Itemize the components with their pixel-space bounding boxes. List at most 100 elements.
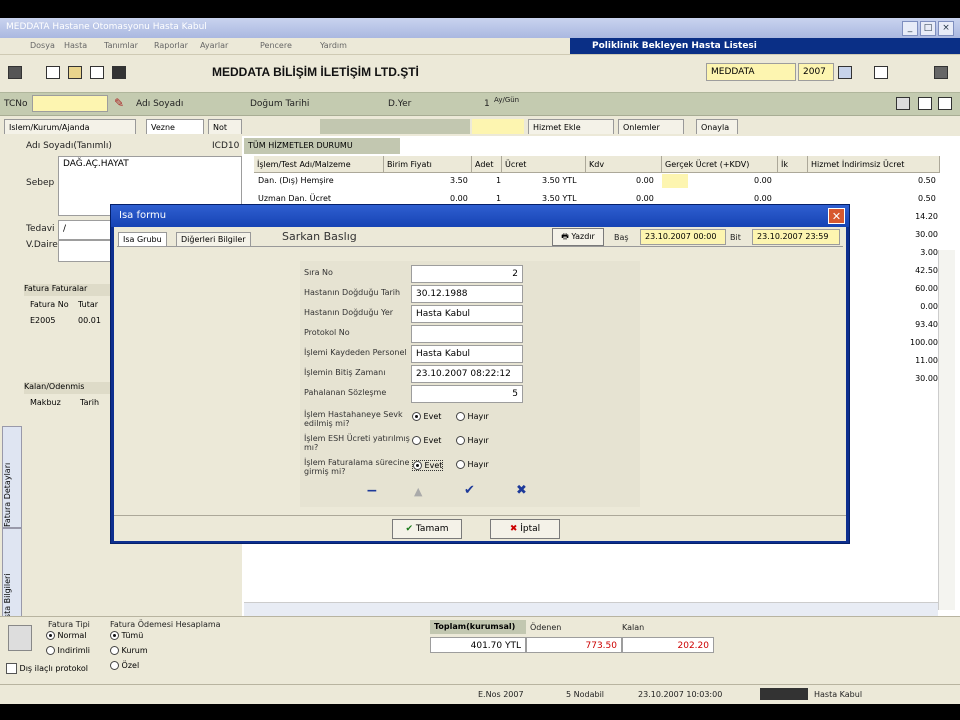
dis-ilacli-checkbox[interactable]: Dış ilaçlı protokol <box>6 663 88 674</box>
tab-onayla[interactable]: Onayla <box>696 119 738 134</box>
row2-name[interactable]: Uzman Dan. Ücret <box>258 194 331 203</box>
left-name-label: Adı Soyadı(Tanımlı) <box>26 141 112 151</box>
sevk-yes-radio[interactable]: Evet <box>412 412 441 421</box>
menu-item-raporlar[interactable]: Raporlar <box>154 41 188 50</box>
personel-input[interactable]: Hasta Kabul <box>411 345 523 363</box>
dialog-tab-isa-grubu[interactable]: Isa Grubu <box>118 232 167 246</box>
tc-input[interactable] <box>32 95 108 112</box>
dialog-titlebar: Isa formu ✕ <box>111 205 849 227</box>
fatura-row-no[interactable]: E2005 <box>30 316 55 325</box>
fatura-tipi-normal[interactable]: Normal <box>46 631 87 640</box>
nav-up-icon[interactable]: ▲ <box>414 485 422 498</box>
status-user: Hasta Kabul <box>814 690 863 699</box>
grid-header-ik[interactable]: İk <box>778 156 808 173</box>
odeme-kurum[interactable]: Kurum <box>110 646 148 655</box>
field-sira-no: Sıra No 2 <box>304 265 524 283</box>
minimize-icon[interactable]: _ <box>902 21 918 36</box>
maximize-icon[interactable]: □ <box>920 21 936 36</box>
open-folder-icon[interactable] <box>68 66 82 79</box>
dialog-tab-line <box>117 246 843 247</box>
nav-minus-icon[interactable]: − <box>366 483 378 499</box>
totals-header: Toplam(kurumsal) <box>430 620 526 634</box>
copy-icon[interactable] <box>90 66 104 79</box>
indirimsiz-value: 14.20 <box>915 212 938 221</box>
grid-header-name[interactable]: İşlem/Test Adı/Malzeme <box>254 156 384 173</box>
menu-item-hasta[interactable]: Hasta <box>64 41 87 50</box>
calendar-icon[interactable] <box>838 66 852 79</box>
year-field[interactable]: 2007 <box>798 63 834 81</box>
esh-no-radio[interactable]: Hayır <box>456 436 489 445</box>
side-tab-fatura[interactable]: Fatura Detayları <box>2 426 22 528</box>
close-icon[interactable]: × <box>938 21 954 36</box>
menu-item-ayarlar[interactable]: Ayarlar <box>200 41 228 50</box>
sevk-no-radio[interactable]: Hayır <box>456 412 489 421</box>
row1-name[interactable]: Dan. (Dış) Hemşire <box>258 176 334 185</box>
dialog-tab-diger[interactable]: Diğerleri Bilgiler <box>176 232 251 246</box>
fatura-no-radio[interactable]: Hayır <box>456 460 489 469</box>
odeme-tumu[interactable]: Tümü <box>110 631 143 640</box>
tab-vezne[interactable]: Vezne <box>146 119 204 134</box>
tedavi-label: Tedavi <box>26 224 55 234</box>
cancel-x-icon: ✖ <box>509 524 518 534</box>
grid-header-indirimsiz[interactable]: Hizmet İndirimsiz Ücret <box>808 156 940 173</box>
menu-item-yardim[interactable]: Yardım <box>320 41 347 50</box>
odenen-value: 773.50 <box>526 637 622 653</box>
date-end-field[interactable]: 23.10.2007 23:59 <box>752 229 840 245</box>
row2-qty: 1 <box>496 194 502 203</box>
list-icon[interactable] <box>918 97 932 110</box>
vertical-scrollbar[interactable] <box>938 250 955 610</box>
calculator-icon[interactable] <box>8 625 32 651</box>
grid-header-qty[interactable]: Adet <box>472 156 502 173</box>
menu-item-pencere[interactable]: Pencere <box>260 41 292 50</box>
fatura-tipi-indirimli[interactable]: Indirimli <box>46 646 90 655</box>
database-field[interactable]: MEDDATA <box>706 63 796 81</box>
esh-yes-radio[interactable]: Evet <box>412 436 441 445</box>
grid-header-real[interactable]: Gerçek Ücret (+KDV) <box>662 156 778 173</box>
fatura-yes-radio[interactable]: Evet <box>412 460 444 471</box>
nav-check-icon[interactable]: ✔ <box>464 483 475 498</box>
grid-header-fee[interactable]: Ücret <box>502 156 586 173</box>
window-title: MEDDATA Hastane Otomasyonu Hasta Kabul <box>6 22 207 32</box>
sozlesme-input[interactable]: 5 <box>411 385 523 403</box>
row1-right: 0.50 <box>918 176 936 185</box>
date-start-label: Baş <box>614 233 629 242</box>
new-file-icon[interactable] <box>46 66 60 79</box>
fatura-row-tutar[interactable]: 00.01 <box>78 316 101 325</box>
dialog-close-icon[interactable]: ✕ <box>828 208 845 224</box>
bitis-input[interactable]: 23.10.2007 08:22:12 <box>411 365 523 383</box>
kalan-col-tarih: Tarih <box>80 398 100 407</box>
nav-cancel-icon[interactable]: ✖ <box>516 483 527 498</box>
dogum-yeri-input[interactable]: Hasta Kabul <box>411 305 523 323</box>
grid-header-kdv[interactable]: Kdv <box>586 156 662 173</box>
horizontal-scrollbar[interactable] <box>244 602 938 617</box>
side-tab-hasta[interactable]: Hasta Bilgileri <box>2 528 22 630</box>
ok-button[interactable]: ✔ Tamam <box>392 519 462 539</box>
main-toolbar: MEDDATA BİLİŞİM İLETİŞİM LTD.ŞTİ MEDDATA… <box>0 55 960 89</box>
exit-icon[interactable] <box>934 66 948 79</box>
cancel-button[interactable]: ✖ İptal <box>490 519 560 539</box>
tab-islem[interactable]: Islem/Kurum/Ajanda <box>4 119 136 134</box>
print-button[interactable]: 🖶 Yazdır <box>552 228 604 246</box>
tab-not[interactable]: Not <box>208 119 242 134</box>
tab-hizmet-ekle[interactable]: Hizmet Ekle <box>528 119 614 134</box>
refresh-icon[interactable] <box>938 97 952 110</box>
save-icon[interactable] <box>112 66 126 79</box>
tab-onlemler[interactable]: Onlemler <box>618 119 684 134</box>
help-icon[interactable] <box>874 66 888 79</box>
status-user-code: 5 Nodabil <box>566 690 605 699</box>
total-value: 401.70 YTL <box>430 637 526 653</box>
protokol-input[interactable] <box>411 325 523 343</box>
count-label: 1 <box>484 99 490 109</box>
menu-item-tanimlar[interactable]: Tanımlar <box>104 41 138 50</box>
grid-header-price[interactable]: Birim Fiyatı <box>384 156 472 173</box>
date-start-field[interactable]: 23.10.2007 00:00 <box>640 229 726 245</box>
sira-no-input[interactable]: 2 <box>411 265 523 283</box>
odeme-ozel[interactable]: Özel <box>110 661 139 670</box>
question-sevk: İşlem Hastahaneye Sevk edilmiş mi? Evet … <box>304 410 489 428</box>
menu-item-dosya[interactable]: Dosya <box>30 41 55 50</box>
fatura-col-no: Fatura No <box>30 300 69 309</box>
dogum-tarihi-input[interactable]: 30.12.1988 <box>411 285 523 303</box>
status-datetime: 23.10.2007 10:03:00 <box>638 690 723 699</box>
back-icon[interactable] <box>896 97 910 110</box>
pencil-icon[interactable]: ✎ <box>114 96 124 110</box>
